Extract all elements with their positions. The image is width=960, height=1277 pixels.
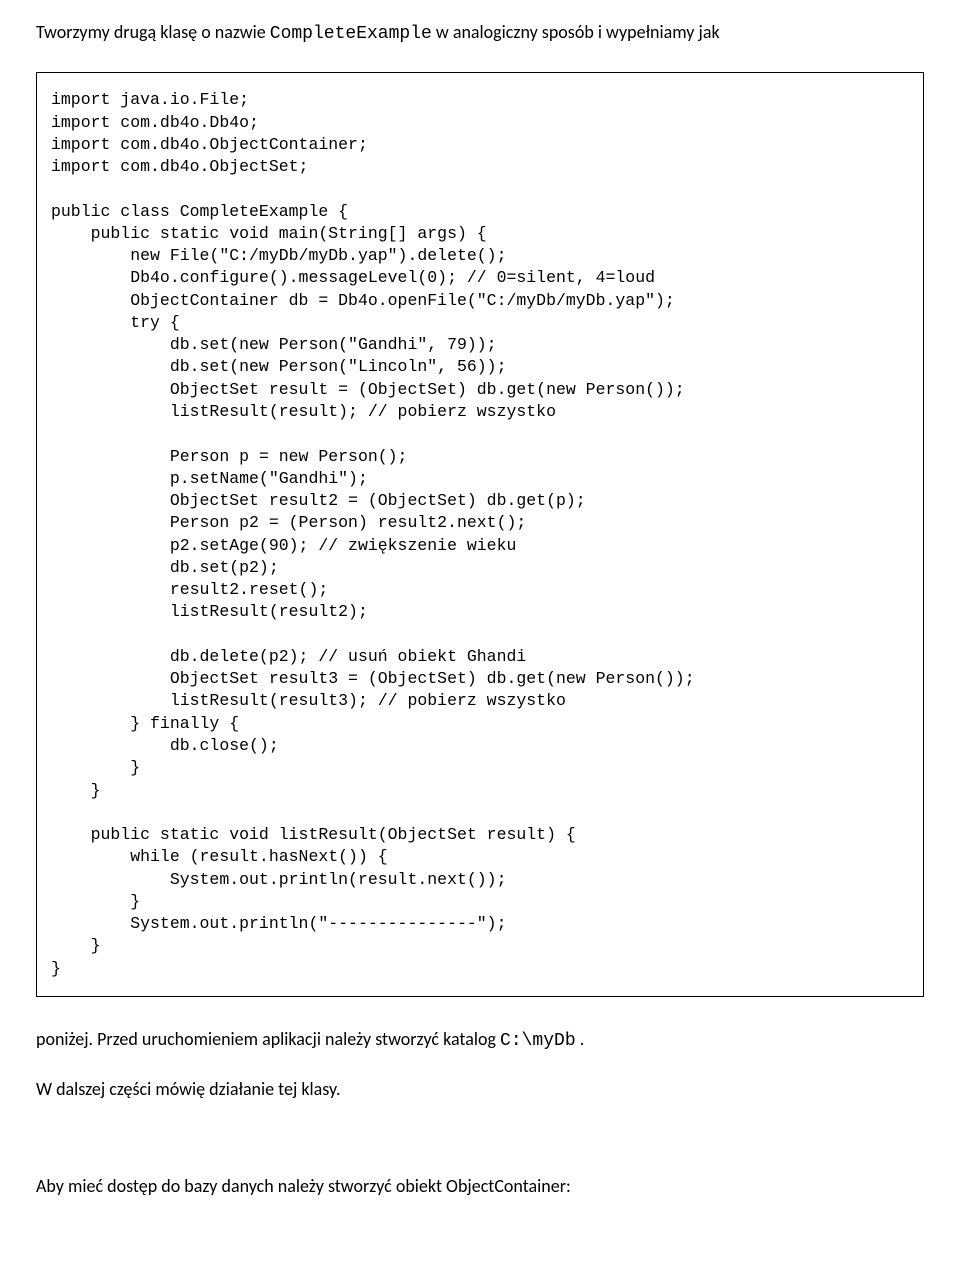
paragraph-below-code-1: poniżej. Przed uruchomieniem aplikacji n… (36, 1027, 924, 1053)
intro-text-after: w analogiczny sposób i wypełniamy jak (432, 21, 720, 43)
intro-paragraph: Tworzymy drugą klasę o nazwie CompleteEx… (36, 20, 924, 46)
below-p1-path: C:\myDb (500, 1031, 576, 1051)
intro-text-before: Tworzymy drugą klasę o nazwie (36, 21, 270, 43)
paragraph-below-code-2: W dalszej części mówię działanie tej kla… (36, 1077, 924, 1101)
intro-classname: CompleteExample (270, 24, 432, 44)
below-p1-before: poniżej. Przed uruchomieniem aplikacji n… (36, 1028, 500, 1050)
paragraph-below-code-3: Aby mieć dostęp do bazy danych należy st… (36, 1174, 924, 1198)
document-page: Tworzymy drugą klasę o nazwie CompleteEx… (0, 0, 960, 1262)
below-p1-after: . (576, 1028, 585, 1050)
code-block: import java.io.File; import com.db4o.Db4… (36, 72, 924, 997)
spacer (36, 1126, 924, 1174)
